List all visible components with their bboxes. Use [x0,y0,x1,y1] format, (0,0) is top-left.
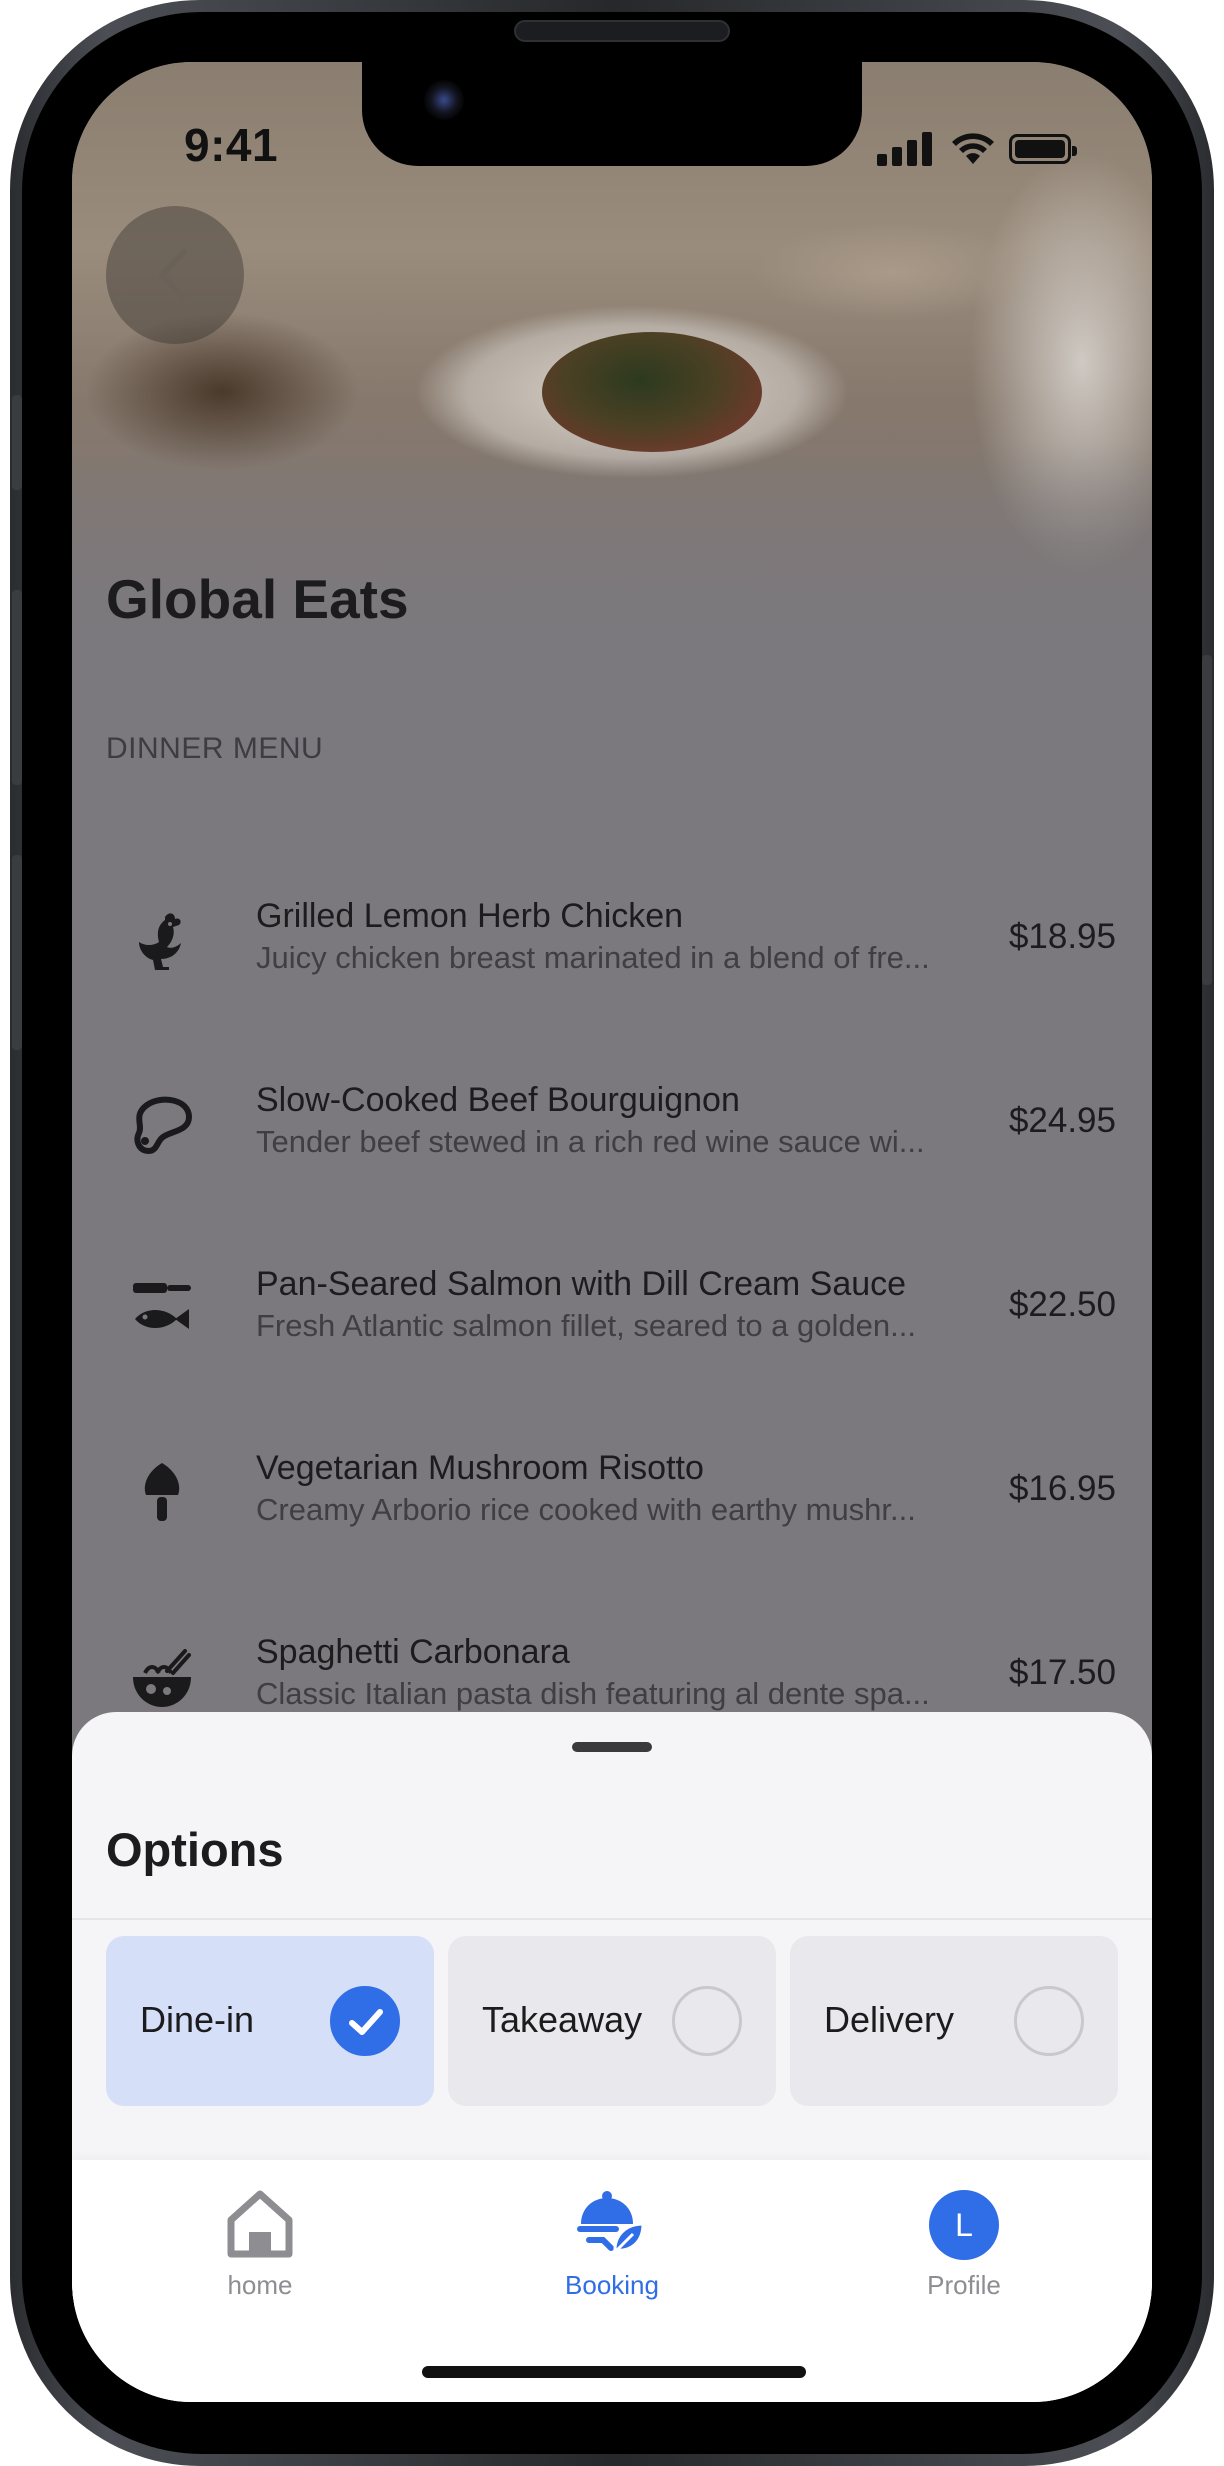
radio-unchecked-icon [1014,1986,1084,2056]
cloche-icon [577,2191,645,2252]
sheet-title: Options [106,1823,284,1876]
menu-item[interactable]: Vegetarian Mushroom Risotto Creamy Arbor… [72,1429,1152,1579]
status-time: 9:41 [184,119,279,171]
restaurant-title: Global Eats [106,568,409,630]
volume-up-button [12,590,22,785]
menu-item-price: $24.95 [1008,1101,1116,1140]
signal-bar [877,154,887,166]
mushroom-icon [144,1463,180,1521]
menu-item[interactable]: Slow-Cooked Beef Bourguignon Tender beef… [72,1061,1152,1211]
options-row: Dine-in Takeaway Delivery [106,1936,1118,2106]
menu-item-description: Creamy Arborio rice cooked with earthy m… [256,1492,916,1527]
menu-item-name: Vegetarian Mushroom Risotto [256,1449,704,1487]
signal-bar [892,147,902,166]
power-button [1202,655,1212,985]
rooster-icon [139,913,181,970]
option-delivery[interactable]: Delivery [790,1936,1118,2106]
back-button[interactable] [106,206,244,344]
menu-item-description: Tender beef stewed in a rich red wine sa… [256,1124,925,1159]
menu-item-name: Spaghetti Carbonara [256,1633,570,1671]
menu-item[interactable]: Pan-Seared Salmon with Dill Cream Sauce … [72,1245,1152,1395]
front-camera [424,80,464,120]
menu-item-description: Fresh Atlantic salmon fillet, seared to … [256,1308,916,1343]
noodle-bowl-icon [133,1649,191,1707]
option-label: Takeaway [482,1999,643,2040]
menu-item-price: $22.50 [1008,1285,1116,1324]
menu-item[interactable]: Grilled Lemon Herb Chicken Juicy chicken… [72,877,1152,1027]
signal-bar [907,140,917,166]
dynamic-island [362,62,862,166]
fish-knife-icon [133,1283,191,1329]
menu-section-header: DINNER MENU [106,732,324,765]
tab-label: Profile [927,2270,1001,2300]
chevron-left-icon [159,249,187,301]
sheet-grabber[interactable] [572,1742,652,1752]
menu-item-price: $16.95 [1008,1469,1116,1508]
menu-item-name: Pan-Seared Salmon with Dill Cream Sauce [256,1265,907,1303]
silent-switch [12,395,22,490]
menu-item-name: Grilled Lemon Herb Chicken [256,897,684,935]
divider [72,1918,1152,1920]
signal-bar [922,132,932,166]
menu-item-description: Juicy chicken breast marinated in a blen… [256,940,930,975]
meat-cut-icon [134,1096,192,1154]
tab-profile[interactable]: L Profile [864,2160,1064,2310]
option-label: Dine-in [140,1999,255,2040]
wifi-icon [952,133,994,164]
volume-down-button [12,855,22,1050]
screen: 9:41 Global Eats DINNER MENU Grilled Lem… [72,62,1152,2402]
menu-item-price: $18.95 [1008,917,1116,956]
speaker-grill [514,20,730,42]
tab-home[interactable]: home [160,2160,360,2310]
avatar: L [929,2190,999,2260]
radio-unchecked-icon [672,1986,742,2056]
tab-booking[interactable]: Booking [512,2160,712,2310]
home-indicator [422,2366,806,2378]
hero-dish [542,332,762,452]
menu-item-name: Slow-Cooked Beef Bourguignon [256,1081,740,1119]
battery-icon [1009,134,1077,164]
tab-label: Booking [565,2270,659,2300]
checkmark-icon [330,1986,400,2056]
tab-label: home [227,2270,293,2300]
menu-item-description: Classic Italian pasta dish featuring al … [256,1676,930,1711]
option-takeaway[interactable]: Takeaway [448,1936,776,2106]
option-label: Delivery [824,1999,955,2040]
house-icon [227,2190,293,2258]
menu-item-price: $17.50 [1008,1653,1116,1692]
option-dine-in[interactable]: Dine-in [106,1936,434,2106]
